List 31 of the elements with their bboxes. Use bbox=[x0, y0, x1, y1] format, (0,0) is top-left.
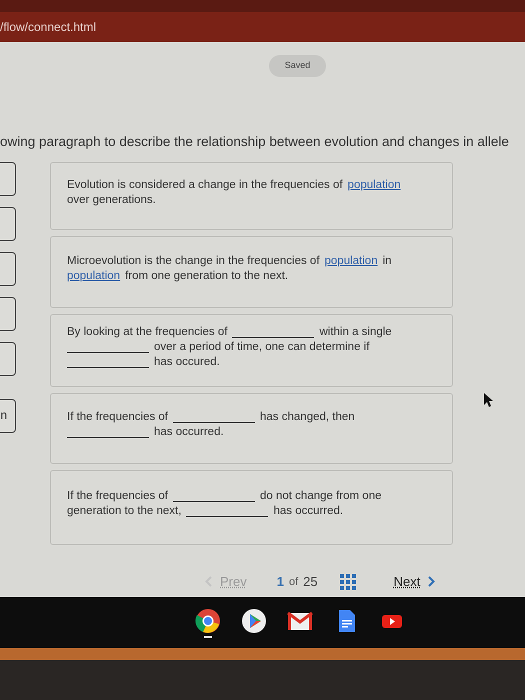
sentence-text: do not change from one bbox=[260, 489, 382, 504]
sentence-text: has changed, then bbox=[260, 410, 355, 426]
sentence-text: Microevolution is the change in the frequencies of bbox=[67, 254, 320, 269]
current-page: 1 bbox=[276, 573, 284, 591]
running-indicator bbox=[204, 636, 212, 638]
sentence-text: over a period of time, one can determine if bbox=[154, 340, 370, 355]
sentence-text: By looking at the frequencies of bbox=[67, 324, 228, 340]
page-of-text: of bbox=[288, 574, 298, 590]
sentence-text: has occurred. bbox=[154, 425, 224, 440]
sentence-text: If the frequencies of bbox=[67, 489, 168, 504]
address-bar-url[interactable]: /flow/connect.html bbox=[0, 18, 96, 36]
sentence-text: from one generation to the next. bbox=[125, 268, 288, 284]
sentence-text: has occured. bbox=[154, 354, 220, 370]
sentence-text: in bbox=[382, 254, 392, 269]
answer-tile[interactable]: n bbox=[0, 398, 16, 433]
filled-answer[interactable]: population bbox=[324, 254, 378, 269]
grid-icon[interactable] bbox=[340, 574, 356, 590]
cursor-icon bbox=[484, 393, 494, 407]
sentence-text: has occurred. bbox=[273, 504, 344, 520]
sentence-text: within a single bbox=[319, 324, 392, 340]
page-total: 25 bbox=[303, 573, 318, 591]
filled-answer[interactable]: population bbox=[67, 268, 120, 284]
sentence-text: generation to the next, bbox=[67, 504, 182, 520]
instruction-text: owing paragraph to describe the relationship between evolution and changes in allele bbox=[0, 132, 510, 151]
filled-answer[interactable]: population bbox=[348, 178, 401, 193]
saved-status: Saved bbox=[268, 55, 326, 76]
sentence-text: Evolution is considered a change in the frequencies of bbox=[67, 178, 343, 193]
sentence-text: over generations. bbox=[67, 192, 156, 208]
chevron-right-icon bbox=[428, 576, 436, 588]
next-button[interactable]: Next bbox=[394, 572, 420, 592]
sentence-text: If the frequencies of bbox=[67, 410, 168, 426]
